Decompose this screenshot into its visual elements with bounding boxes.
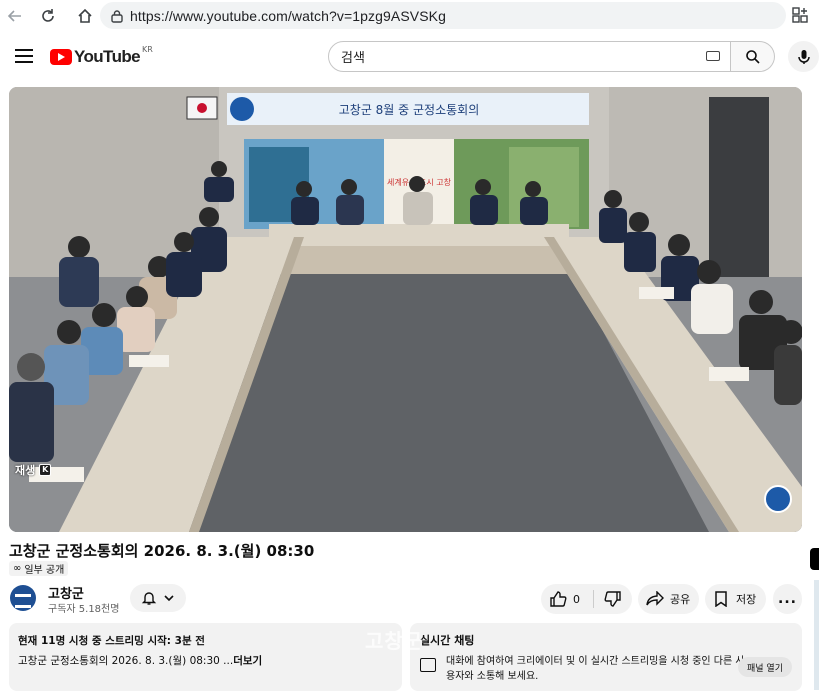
share-button[interactable]: 공유	[638, 584, 699, 614]
more-actions-label: ...	[778, 591, 797, 607]
microphone-icon	[797, 49, 810, 64]
keyboard-icon[interactable]	[706, 51, 720, 61]
description-box[interactable]: 현재 11명 시청 중 스트리밍 시작: 3분 전 고창군 군정소통회의 202…	[9, 623, 402, 691]
description-text: 고창군 군정소통회의 2026. 8. 3.(월) 08:30 ...더보기	[18, 653, 393, 668]
replay-label: 재생	[15, 464, 36, 477]
side-panel-edge	[814, 580, 819, 690]
replay-key: K	[39, 464, 52, 476]
channel-avatar[interactable]	[10, 585, 36, 611]
search-button[interactable]	[731, 41, 775, 72]
play-logo-icon	[50, 49, 72, 65]
chevron-down-icon	[164, 595, 174, 602]
reload-icon[interactable]	[33, 1, 63, 31]
logo-region: KR	[142, 44, 153, 54]
channel-watermark-logo	[764, 485, 792, 513]
youtube-header: YouTube KR 검색	[0, 36, 819, 78]
open-panel-button[interactable]: 패널 열기	[738, 657, 792, 677]
url-text[interactable]: https://www.youtube.com/watch?v=1pzg9ASV…	[130, 8, 446, 24]
site-info-icon[interactable]	[104, 9, 130, 23]
video-frame: 고창군 8월 중 군정소통회의 세계유산 도시 고창	[9, 87, 802, 532]
video-player[interactable]: 고창군 8월 중 군정소통회의 세계유산 도시 고창	[9, 87, 802, 532]
subscriber-count: 구독자 5.18천명	[48, 604, 120, 615]
search-placeholder: 검색	[341, 51, 365, 66]
visibility-badge: ∞ 일부 공개	[9, 561, 69, 576]
hamburger-menu-icon[interactable]	[15, 49, 33, 63]
search-icon	[745, 49, 760, 64]
bookmark-icon	[715, 591, 727, 607]
side-overlay-edge	[810, 548, 819, 570]
share-label: 공유	[670, 593, 691, 606]
link-icon: ∞	[13, 563, 22, 574]
home-icon[interactable]	[70, 1, 100, 31]
logo-text: YouTube	[74, 47, 141, 66]
video-title: 고창군 군정소통회의 2026. 8. 3.(월) 08:30	[9, 542, 315, 560]
like-button[interactable]: 0	[541, 590, 593, 608]
search-input[interactable]: 검색	[328, 41, 731, 72]
description-snippet: 고창군 군정소통회의 2026. 8. 3.(월) 08:30 ...	[18, 655, 234, 667]
share-icon	[646, 591, 664, 606]
banner-title: 고창군 8월 중 군정소통회의	[339, 103, 480, 117]
extensions-icon[interactable]	[791, 6, 811, 26]
thumbs-up-icon	[550, 591, 567, 607]
youtube-logo[interactable]: YouTube KR	[50, 44, 153, 67]
view-meta: 현재 11명 시청 중 스트리밍 시작: 3분 전	[18, 635, 205, 647]
more-actions-button[interactable]: ...	[773, 584, 802, 614]
live-chat-message: 대화에 참여하여 크리에이터 및 이 실시간 스트리밍을 시청 중인 다른 사용…	[446, 656, 745, 682]
bell-icon	[141, 592, 157, 605]
chat-bubble-icon	[420, 658, 436, 672]
browser-toolbar: https://www.youtube.com/watch?v=1pzg9ASV…	[0, 0, 819, 32]
broadcast-watermark: 고창군	[365, 629, 424, 653]
live-chat-panel: 실시간 채팅 대화에 참여하여 크리에이터 및 이 실시간 스트리밍을 시청 중…	[410, 623, 802, 691]
dislike-button[interactable]	[594, 590, 632, 608]
thumbs-down-icon	[604, 591, 621, 607]
like-count: 0	[573, 592, 580, 606]
address-bar[interactable]: https://www.youtube.com/watch?v=1pzg9ASV…	[100, 2, 786, 29]
save-label: 저장	[736, 593, 757, 606]
visibility-label: 일부 공개	[24, 565, 65, 576]
show-more-link[interactable]: 더보기	[233, 655, 262, 667]
back-arrow-icon[interactable]	[0, 1, 30, 31]
voice-search-button[interactable]	[788, 41, 819, 72]
like-dislike-group: 0	[541, 584, 632, 614]
notification-button[interactable]	[130, 584, 186, 612]
replay-badge: 재생 K	[15, 462, 52, 478]
live-chat-title: 실시간 채팅	[420, 634, 475, 647]
save-button[interactable]: 저장	[705, 584, 766, 614]
